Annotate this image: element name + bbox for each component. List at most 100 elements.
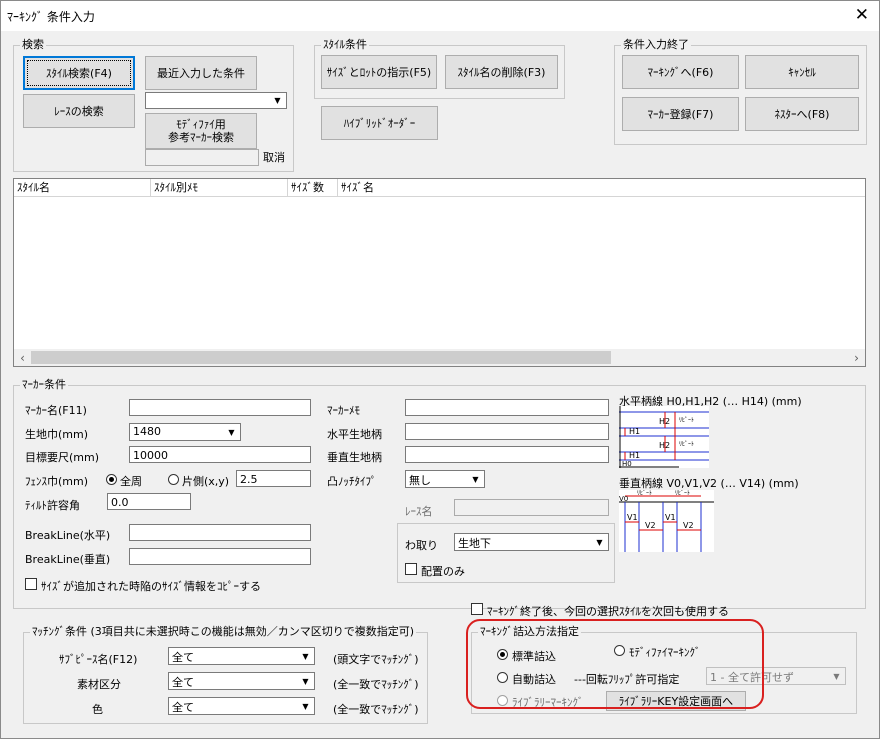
close-icon[interactable]: ✕ — [855, 5, 869, 25]
breakline-vertical-label: BreakLine(垂直) — [25, 553, 111, 566]
target-length-label: 目標要尺(mm) — [25, 451, 100, 464]
chevron-down-icon[interactable]: ▼ — [592, 535, 607, 549]
diagram-repeat-label: ﾘﾋﾟｰﾄ — [679, 441, 694, 448]
reference-cancel-button[interactable]: 取消 — [260, 147, 288, 167]
notch-type-label: 凸ﾉｯﾁﾀｲﾌﾟ — [327, 475, 377, 488]
diagram-label-h1: H1 — [629, 427, 640, 436]
breakline-horizontal-input[interactable] — [129, 524, 311, 541]
chevron-down-icon[interactable]: ▼ — [298, 649, 313, 663]
race-name-label: ﾚｰｽ名 — [405, 505, 433, 518]
tilt-angle-input[interactable]: 0.0 — [107, 493, 191, 510]
size-copy-checkbox[interactable] — [25, 578, 37, 590]
breakline-horizontal-label: BreakLine(水平) — [25, 529, 111, 542]
highlight-annotation — [466, 619, 764, 709]
finish-input-legend: 条件入力終了 — [623, 38, 689, 51]
scroll-left-icon[interactable]: ‹ — [14, 349, 31, 366]
diagram-label-v2b: V2 — [683, 521, 694, 530]
search-group-legend: 検索 — [22, 38, 44, 51]
modify-reference-search-button[interactable]: ﾓﾃﾞｨﾌｧｲ用 参考ﾏｰｶｰ検索 — [145, 113, 257, 149]
cancel-button[interactable]: ｷｬﾝｾﾙ — [745, 55, 859, 89]
diagram-label-v1: V1 — [627, 513, 638, 522]
fence-value-input[interactable]: 2.5 — [236, 470, 311, 487]
diagram-label-v1b: V1 — [665, 513, 676, 522]
style-condition-legend: ｽﾀｲﾙ条件 — [323, 38, 367, 51]
marker-memo-input[interactable] — [405, 399, 609, 416]
material-category-value: 全て — [172, 676, 194, 689]
subpiece-name-value: 全て — [172, 651, 194, 664]
layout-only-label[interactable]: 配置のみ — [421, 563, 465, 579]
style-list-header: ｽﾀｲﾙ名 ｽﾀｲﾙ別ﾒﾓ ｻｲｽﾞ数 ｻｲｽﾞ名 — [14, 179, 865, 197]
column-size-name[interactable]: ｻｲｽﾞ名 — [338, 179, 418, 196]
vertical-pattern-diagram-title: 垂直柄線 V0,V1,V2 (… V14) (mm) — [619, 477, 799, 490]
color-note: (全一致でﾏｯﾁﾝｸﾞ) — [333, 703, 419, 716]
color-combo[interactable]: 全て ▼ — [168, 697, 315, 715]
column-style-memo[interactable]: ｽﾀｲﾙ別ﾒﾓ — [151, 179, 288, 196]
chevron-down-icon[interactable]: ▼ — [270, 94, 285, 107]
style-search-button[interactable]: ｽﾀｲﾙ検索(F4) — [23, 56, 135, 90]
matching-condition-legend: ﾏｯﾁﾝｸﾞ条件 (3項目共に未選択時この機能は無効／カンマ区切りで複数指定可) — [32, 625, 415, 638]
size-copy-label[interactable]: ｻｲｽﾞが追加された時陥のｻｲｽﾞ情報をｺﾋﾟｰする — [41, 578, 261, 594]
diagram-repeat-label: ﾘﾋﾟｰﾄ — [637, 490, 652, 497]
race-search-button[interactable]: ﾚｰｽの検索 — [23, 94, 135, 128]
chevron-down-icon[interactable]: ▼ — [298, 674, 313, 688]
window-title: ﾏｰｷﾝｸﾞ 条件入力 — [7, 10, 95, 24]
wadori-combo[interactable]: 生地下 ▼ — [454, 533, 609, 551]
vertical-pattern-label: 垂直生地柄 — [327, 451, 382, 464]
diagram-label-h2: H2 — [659, 417, 670, 426]
marker-memo-label: ﾏｰｶｰﾒﾓ — [327, 404, 360, 417]
color-label: 色 — [92, 703, 103, 716]
wadori-label: わ取り — [405, 539, 438, 552]
diagram-label-v0: V0 — [619, 495, 628, 503]
title-bar: ﾏｰｷﾝｸﾞ 条件入力 ✕ — [1, 1, 879, 31]
delete-style-button[interactable]: ｽﾀｲﾙ名の削除(F3) — [445, 55, 558, 89]
hybrid-order-button[interactable]: ﾊｲﾌﾞﾘｯﾄﾞｵｰﾀﾞｰ — [321, 106, 438, 140]
horizontal-pattern-input[interactable] — [405, 423, 609, 440]
fence-all-radio[interactable] — [106, 474, 117, 485]
go-nester-button[interactable]: ﾈｽﾀｰへ(F8) — [745, 97, 859, 131]
fence-side-label[interactable]: 片側(x,y) — [182, 473, 229, 489]
marker-name-input[interactable] — [129, 399, 311, 416]
color-value: 全て — [172, 701, 194, 714]
marker-register-button[interactable]: ﾏｰｶｰ登録(F7) — [622, 97, 739, 131]
material-category-label: 素材区分 — [77, 678, 121, 691]
chevron-down-icon[interactable]: ▼ — [224, 425, 239, 439]
fence-all-label[interactable]: 全周 — [120, 473, 142, 489]
chevron-down-icon[interactable]: ▼ — [468, 472, 483, 486]
column-size-count[interactable]: ｻｲｽﾞ数 — [288, 179, 338, 196]
scroll-right-icon[interactable]: › — [848, 349, 865, 366]
reuse-style-checkbox[interactable] — [471, 603, 483, 615]
scrollbar-thumb[interactable] — [31, 351, 611, 364]
fabric-width-combo[interactable]: 1480 ▼ — [129, 423, 241, 441]
chevron-down-icon: ▼ — [829, 669, 844, 683]
style-list[interactable]: ｽﾀｲﾙ名 ｽﾀｲﾙ別ﾒﾓ ｻｲｽﾞ数 ｻｲｽﾞ名 ‹ › — [13, 178, 866, 367]
vertical-pattern-input[interactable] — [405, 446, 609, 463]
chevron-down-icon[interactable]: ▼ — [298, 699, 313, 713]
fence-width-label: ﾌｪﾝｽ巾(mm) — [25, 475, 89, 488]
reference-marker-field — [145, 149, 259, 166]
layout-only-checkbox[interactable] — [405, 563, 417, 575]
subpiece-name-combo[interactable]: 全て ▼ — [168, 647, 315, 665]
fabric-width-value: 1480 — [133, 425, 161, 438]
marker-condition-legend: ﾏｰｶｰ条件 — [22, 378, 66, 391]
wadori-value: 生地下 — [458, 537, 491, 550]
subpiece-name-label: ｻﾌﾞﾋﾟｰｽ名(F12) — [59, 653, 138, 666]
notch-type-value: 無し — [409, 474, 431, 487]
diagram-repeat-label: ﾘﾋﾟｰﾄ — [675, 490, 690, 497]
notch-type-combo[interactable]: 無し ▼ — [405, 470, 485, 488]
recent-conditions-combo[interactable]: ▼ — [145, 92, 287, 109]
target-length-input[interactable]: 10000 — [129, 446, 311, 463]
marker-name-label: ﾏｰｶｰ名(F11) — [25, 404, 87, 417]
go-marking-button[interactable]: ﾏｰｷﾝｸﾞへ(F6) — [622, 55, 739, 89]
horizontal-pattern-label: 水平生地柄 — [327, 428, 382, 441]
diagram-repeat-label: ﾘﾋﾟｰﾄ — [679, 417, 694, 424]
fence-side-radio[interactable] — [168, 474, 179, 485]
size-lot-button[interactable]: ｻｲｽﾞとﾛｯﾄの指示(F5) — [321, 55, 437, 89]
breakline-vertical-input[interactable] — [129, 548, 311, 565]
vertical-pattern-diagram: V0 V1 V2 V1 V2 ﾘﾋﾟｰﾄ ﾘﾋﾟｰﾄ — [619, 490, 714, 552]
recent-conditions-button[interactable]: 最近入力した条件 — [145, 56, 257, 90]
horizontal-scrollbar[interactable]: ‹ › — [14, 349, 865, 366]
tilt-angle-label: ﾃｨﾙﾄ許容角 — [25, 499, 80, 512]
column-style-name[interactable]: ｽﾀｲﾙ名 — [14, 179, 151, 196]
material-category-combo[interactable]: 全て ▼ — [168, 672, 315, 690]
reuse-style-label[interactable]: ﾏｰｷﾝｸﾞ終了後、今回の選択ｽﾀｲﾙを次回も使用する — [487, 603, 729, 619]
